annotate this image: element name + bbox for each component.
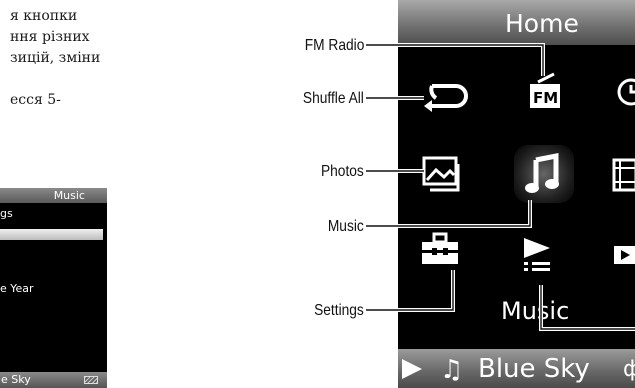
callout-line-settings — [366, 270, 454, 311]
callout-line-playlist — [540, 285, 635, 330]
callout-lines — [366, 43, 635, 331]
callout-line-fm-radio — [366, 44, 544, 76]
callout-line-music — [366, 200, 531, 227]
